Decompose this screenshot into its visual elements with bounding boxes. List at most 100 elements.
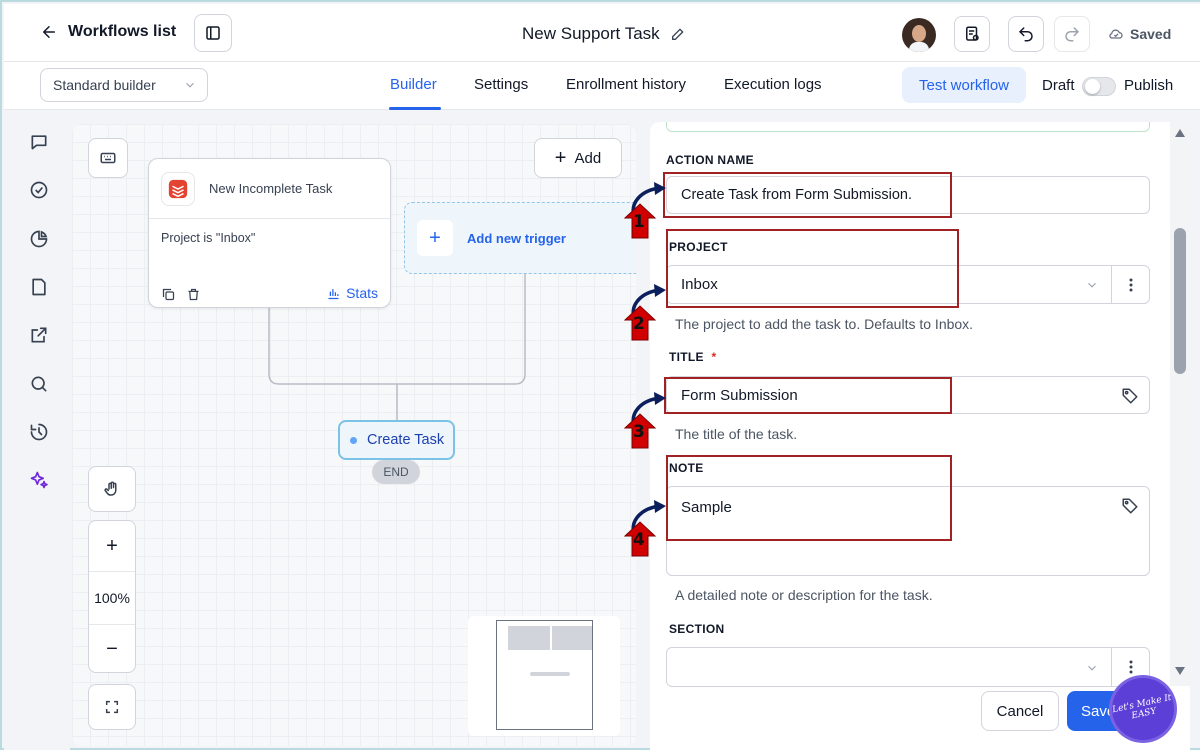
trash-icon[interactable] (186, 287, 201, 302)
hand-icon (104, 481, 117, 496)
panel-scrollbar[interactable] (1170, 122, 1190, 686)
sparkles-icon[interactable] (28, 469, 50, 491)
chevron-down-icon (186, 82, 194, 88)
workflow-toolbar: Standard builder Builder Settings Enroll… (4, 62, 1200, 110)
step-marker-4: 4 (622, 500, 666, 557)
app-frame: Workflows list New Support Task Saved St… (0, 0, 1200, 750)
trigger-card[interactable]: New Incomplete Task Project is "Inbox" S… (148, 158, 391, 308)
redo-button[interactable] (1054, 16, 1090, 52)
back-label: Workflows list (68, 23, 177, 40)
zoom-out-button[interactable]: − (89, 625, 135, 673)
trigger-condition: Project is "Inbox" (161, 231, 256, 245)
scroll-up-arrow-icon[interactable] (1174, 128, 1186, 138)
add-new-trigger-card[interactable]: + Add new trigger (404, 202, 636, 274)
expand-icon (105, 700, 119, 714)
chevron-down-icon (1088, 665, 1096, 671)
pencil-edit-icon[interactable] (670, 26, 686, 42)
document-settings-icon (966, 26, 979, 41)
more-vertical-icon (1129, 278, 1132, 292)
fit-view-button[interactable] (88, 684, 136, 730)
node-status-dot (350, 436, 357, 444)
saved-label: Saved (1130, 26, 1172, 42)
highlight-box-note (666, 455, 952, 541)
tab-execution-logs[interactable]: Execution logs (724, 76, 822, 93)
external-link-icon[interactable] (28, 324, 50, 346)
builder-type-select[interactable]: Standard builder (40, 68, 208, 102)
add-trigger-label: Add new trigger (467, 230, 566, 246)
pie-chart-icon[interactable] (28, 228, 50, 250)
tab-builder[interactable]: Builder (390, 76, 437, 93)
highlight-box-project (666, 229, 959, 308)
section-label: SECTION (669, 622, 725, 636)
search-icon[interactable] (28, 373, 50, 395)
title-help-text: The title of the task. (675, 426, 798, 442)
arrow-left-icon (43, 26, 55, 38)
stats-label: Stats (346, 285, 378, 301)
cancel-button[interactable]: Cancel (981, 691, 1059, 731)
test-workflow-label: Test workflow (918, 76, 1010, 94)
step-number-2: 2 (633, 314, 645, 334)
toggle-sidebar-button[interactable] (194, 14, 232, 52)
zoom-level: 100% (94, 590, 130, 606)
end-label: END (383, 465, 409, 479)
step-marker-2: 2 (622, 284, 666, 341)
document-icon[interactable] (28, 276, 50, 298)
plus-icon: + (417, 220, 453, 256)
action-name-label: ACTION NAME (666, 153, 754, 167)
builder-type-value: Standard builder (53, 77, 156, 93)
workflow-title: New Support Task (522, 24, 686, 44)
back-to-workflows-link[interactable]: Workflows list (40, 23, 176, 41)
end-node: END (372, 460, 420, 484)
top-bar: Workflows list New Support Task Saved (4, 4, 1200, 62)
section-select[interactable] (666, 647, 1150, 687)
notes-button[interactable] (954, 16, 990, 52)
trigger-name: New Incomplete Task (209, 181, 333, 196)
workflow-title-text: New Support Task (522, 24, 660, 43)
step-marker-3: 3 (622, 392, 666, 449)
zoom-controls: + 100% − (88, 520, 136, 673)
bar-chart-icon (328, 288, 339, 299)
sidebar-panel-icon (206, 26, 220, 40)
tab-enrollment-history[interactable]: Enrollment history (566, 76, 686, 93)
project-options-button[interactable] (1111, 266, 1149, 304)
chevron-down-icon (1088, 282, 1096, 288)
create-task-label: Create Task (367, 432, 445, 448)
canvas-minimap[interactable] (468, 616, 620, 736)
title-label: TITLE * (669, 350, 717, 364)
chat-icon[interactable] (28, 131, 50, 153)
user-avatar[interactable] (902, 18, 936, 52)
scroll-thumb[interactable] (1174, 228, 1186, 374)
test-workflow-button[interactable]: Test workflow (902, 67, 1026, 103)
pan-tool-button[interactable] (88, 466, 136, 512)
saved-status: Saved (1108, 26, 1171, 42)
scroll-down-arrow-icon[interactable] (1174, 666, 1186, 676)
step-number-4: 4 (633, 530, 645, 550)
workflow-canvas[interactable]: + Add New Incomplete Task Project is "In… (72, 124, 636, 746)
todoist-logo-icon (161, 171, 195, 206)
draft-label: Draft (1042, 77, 1075, 94)
project-help-text: The project to add the task to. Defaults… (675, 316, 974, 332)
highlight-box-title (664, 377, 952, 414)
publish-toggle[interactable] (1082, 77, 1116, 96)
step-marker-1: 1 (622, 182, 666, 239)
stats-link[interactable]: Stats (326, 285, 378, 301)
create-task-node[interactable]: Create Task (338, 420, 455, 460)
more-vertical-icon (1129, 660, 1132, 674)
step-number-1: 1 (633, 212, 645, 232)
zoom-in-button[interactable]: + (89, 521, 135, 571)
cloud-check-icon (1109, 29, 1123, 39)
undo-button[interactable] (1008, 16, 1044, 52)
copy-icon[interactable] (161, 287, 176, 302)
undo-icon (1019, 27, 1033, 42)
active-tab-indicator (389, 107, 441, 110)
history-icon[interactable] (28, 421, 50, 443)
cancel-label: Cancel (996, 702, 1044, 720)
highlight-box-action-name (663, 172, 952, 218)
tab-settings[interactable]: Settings (474, 76, 528, 93)
check-circle-icon[interactable] (28, 179, 50, 201)
tag-icon[interactable] (1121, 497, 1139, 515)
watermark-text: Let's Make It EASY (1111, 692, 1173, 722)
redo-icon (1065, 27, 1079, 42)
tag-icon[interactable] (1121, 387, 1139, 405)
step-number-3: 3 (633, 422, 645, 442)
